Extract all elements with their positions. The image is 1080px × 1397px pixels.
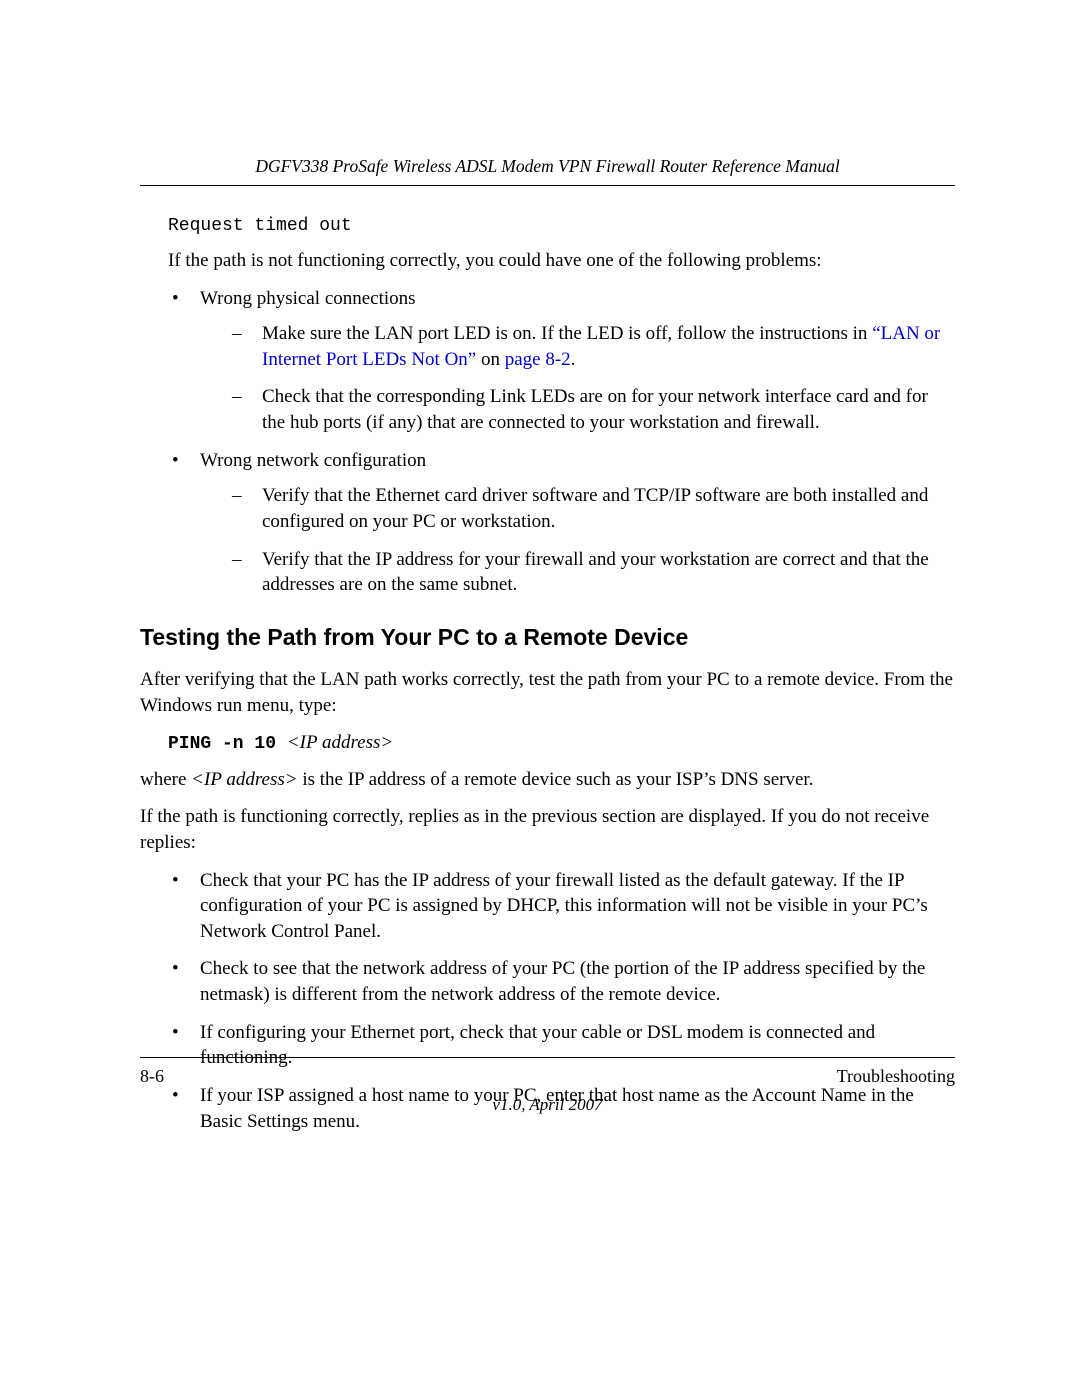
doc-version: v1.0, April 2007	[140, 1094, 955, 1117]
code-output: Request timed out	[168, 214, 955, 238]
page-footer: 8-6 Troubleshooting v1.0, April 2007	[140, 1057, 955, 1117]
command-text: PING -n 10	[168, 734, 287, 754]
body-text: After verifying that the LAN path works …	[140, 667, 955, 718]
text: is the IP address of a remote device suc…	[298, 769, 814, 790]
text: on	[476, 349, 505, 370]
list-item: Verify that the IP address for your fire…	[228, 547, 955, 598]
footer-row: 8-6 Troubleshooting	[140, 1064, 955, 1088]
text: .	[571, 349, 576, 370]
list-item: Check that the corresponding Link LEDs a…	[228, 384, 955, 435]
list-item: Verify that the Ethernet card driver sof…	[228, 483, 955, 534]
intro-text: If the path is not functioning correctly…	[168, 248, 955, 274]
problem-list: Wrong physical connections Make sure the…	[140, 286, 955, 598]
command-placeholder: <IP address>	[287, 732, 393, 753]
command-example: PING -n 10 <IP address>	[168, 730, 955, 756]
bullet-label: Wrong physical connections	[200, 288, 416, 309]
text: where	[140, 769, 191, 790]
list-item: Check to see that the network address of…	[168, 956, 955, 1007]
page-number: 8-6	[140, 1064, 164, 1088]
header-rule	[140, 185, 955, 186]
text: Make sure the LAN port LED is on. If the…	[262, 323, 872, 344]
placeholder-italic: <IP address>	[191, 769, 297, 790]
body-text: If the path is functioning correctly, re…	[140, 804, 955, 855]
body-text: where <IP address> is the IP address of …	[140, 767, 955, 793]
running-header: DGFV338 ProSafe Wireless ADSL Modem VPN …	[140, 155, 955, 185]
list-item: Wrong network configuration Verify that …	[168, 448, 955, 598]
page-ref-link[interactable]: page 8-2	[505, 349, 571, 370]
page: DGFV338 ProSafe Wireless ADSL Modem VPN …	[0, 0, 1080, 1397]
list-item: Wrong physical connections Make sure the…	[168, 286, 955, 436]
list-item: Make sure the LAN port LED is on. If the…	[228, 321, 955, 372]
bullet-label: Wrong network configuration	[200, 450, 426, 471]
section-heading: Testing the Path from Your PC to a Remot…	[140, 622, 955, 653]
footer-rule	[140, 1057, 955, 1058]
chapter-name: Troubleshooting	[837, 1064, 955, 1088]
list-item: Check that your PC has the IP address of…	[168, 868, 955, 945]
sub-list: Verify that the Ethernet card driver sof…	[200, 483, 955, 598]
sub-list: Make sure the LAN port LED is on. If the…	[200, 321, 955, 436]
